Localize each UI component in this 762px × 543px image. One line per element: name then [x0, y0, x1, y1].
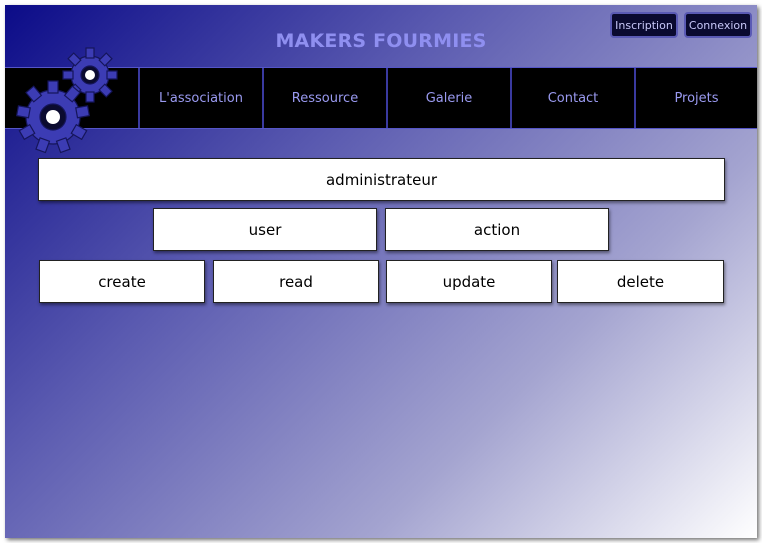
gears-icon [15, 47, 118, 154]
role-administrateur-box[interactable]: administrateur [38, 158, 725, 201]
nav-item-association[interactable]: L'association [138, 68, 262, 128]
nav-item-projets[interactable]: Projets [634, 68, 757, 128]
nav-item-ressource[interactable]: Ressource [262, 68, 386, 128]
create-box[interactable]: create [39, 260, 205, 303]
login-button[interactable]: Connexion [684, 12, 752, 38]
update-box[interactable]: update [386, 260, 552, 303]
register-button[interactable]: Inscription [610, 12, 678, 38]
user-box[interactable]: user [153, 208, 377, 251]
action-box[interactable]: action [385, 208, 609, 251]
page-background: MAKERS FOURMIES Inscription Connexion L'… [5, 5, 757, 538]
nav-item-contact[interactable]: Contact [510, 68, 634, 128]
read-box[interactable]: read [213, 260, 379, 303]
nav-item-galerie[interactable]: Galerie [386, 68, 510, 128]
delete-box[interactable]: delete [557, 260, 724, 303]
